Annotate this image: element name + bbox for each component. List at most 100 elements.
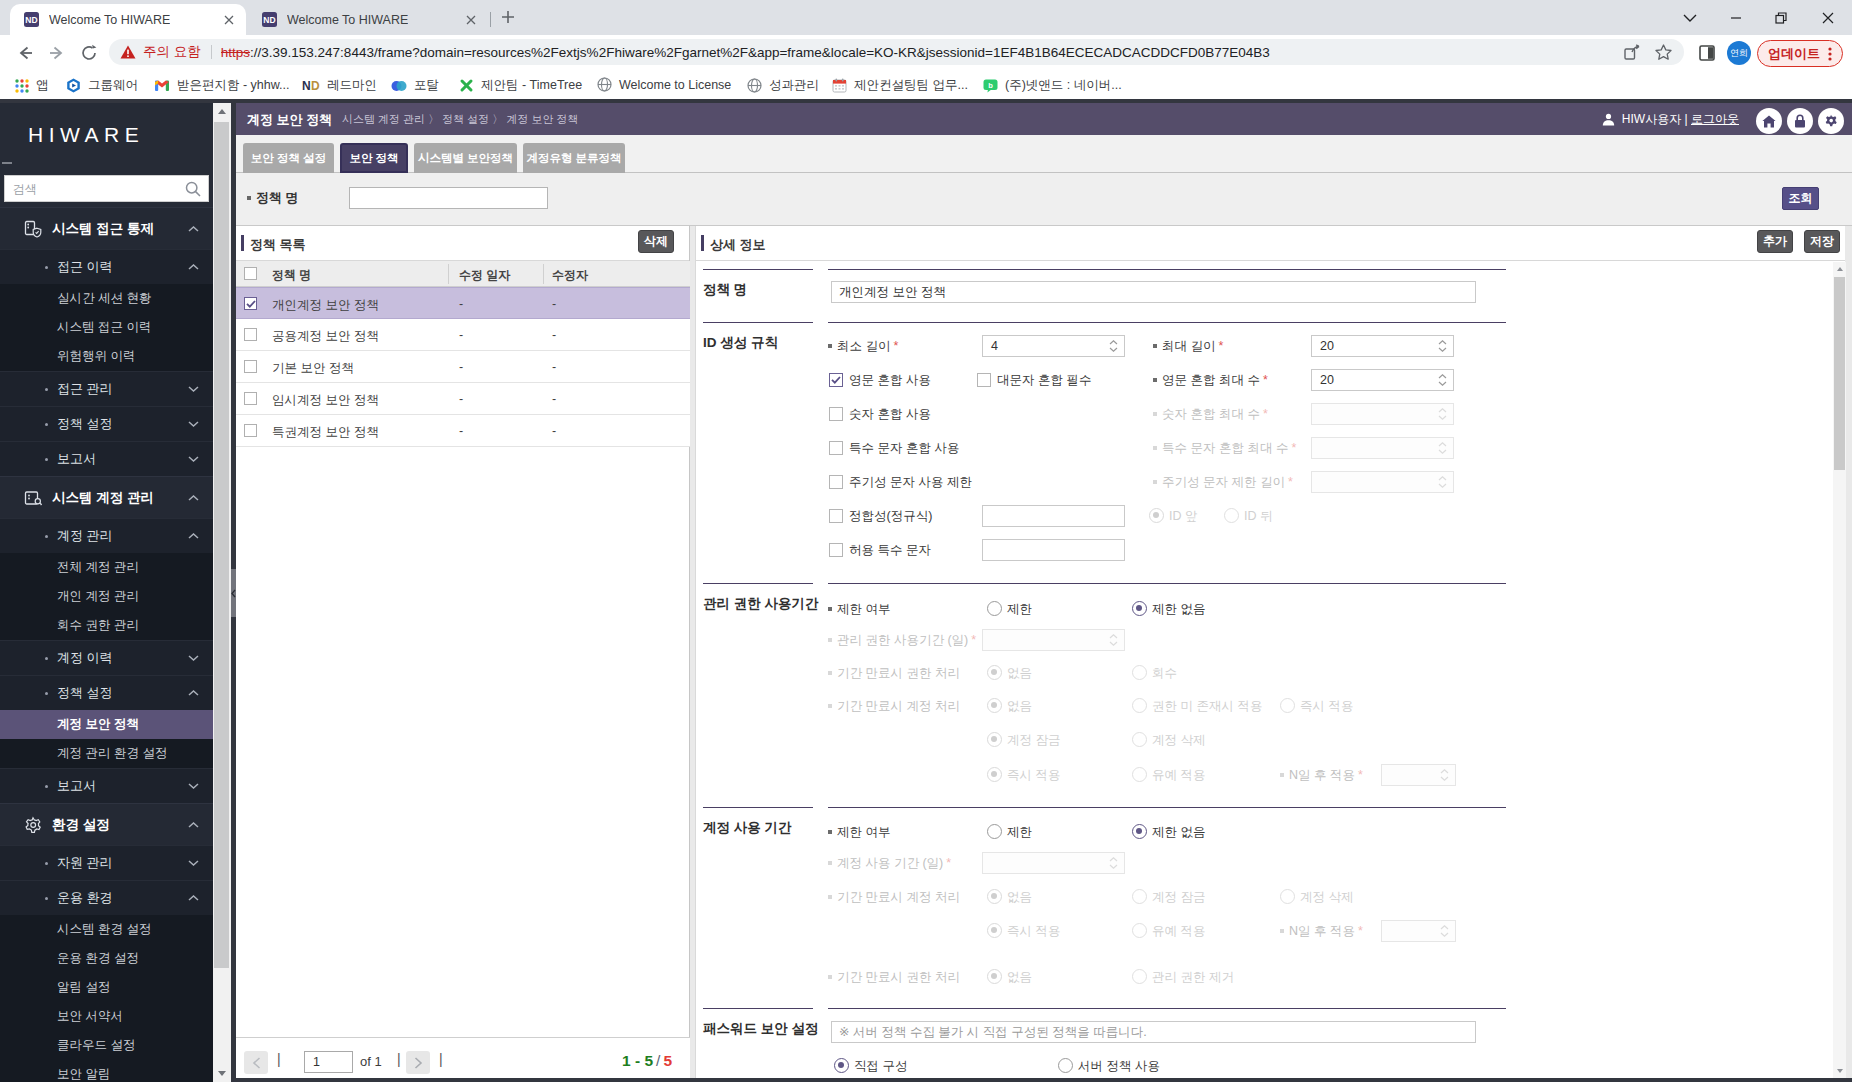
sidebar-item-3[interactable]: 시스템 접근 이력: [0, 313, 213, 342]
browser-tab-inactive[interactable]: ND Welcome To HIWARE: [248, 4, 488, 35]
bookmark-performance[interactable]: 성과관리: [747, 77, 819, 94]
sidebar-item-4[interactable]: 위험행위 이력: [0, 342, 213, 371]
tab-1[interactable]: 보안 정책: [340, 143, 408, 173]
sidebar-search-box[interactable]: [4, 175, 209, 202]
tab-2[interactable]: 시스템별 보안정책: [414, 143, 517, 173]
sidebar-item-12[interactable]: 회수 권한 관리: [0, 611, 213, 640]
special-mix-checkbox[interactable]: [829, 441, 843, 455]
lock-button[interactable]: [1787, 108, 1813, 134]
sidebar-item-20[interactable]: 운용 환경: [0, 880, 213, 915]
table-row[interactable]: 임시계정 보안 정책 - -: [236, 383, 690, 415]
number-mix-checkbox[interactable]: [829, 407, 843, 421]
browser-tab-active[interactable]: ND Welcome To HIWARE: [10, 4, 246, 35]
page-next-button[interactable]: [406, 1051, 430, 1074]
save-button[interactable]: 저장: [1804, 230, 1840, 253]
bookmark-consulting-calendar[interactable]: 제안컨설팅팀 업무...: [832, 77, 968, 94]
policy-name-filter-input[interactable]: [349, 187, 548, 209]
sidebar-item-23[interactable]: 알림 설정: [0, 973, 213, 1002]
account-no-limit-radio[interactable]: [1132, 824, 1147, 839]
account-limit-radio[interactable]: [987, 824, 1002, 839]
bookmark-groupware[interactable]: 그룹웨어: [66, 77, 138, 94]
scroll-down-icon[interactable]: [213, 1065, 231, 1082]
sidebar-section-18[interactable]: 환경 설정: [0, 803, 213, 845]
home-button[interactable]: [1756, 108, 1782, 134]
spinner-arrows-icon[interactable]: [1438, 340, 1447, 352]
allowed-special-checkbox[interactable]: [829, 543, 843, 557]
forward-icon[interactable]: [48, 44, 66, 62]
sidebar-item-13[interactable]: 계정 이력: [0, 640, 213, 675]
row-checkbox[interactable]: [244, 424, 257, 437]
regex-checkbox[interactable]: [829, 509, 843, 523]
table-row[interactable]: 특권계정 보안 정책 - -: [236, 415, 690, 447]
bookmark-redmine[interactable]: ND레드마인: [302, 77, 377, 94]
sidebar-item-17[interactable]: 보고서: [0, 768, 213, 803]
tab-search-icon[interactable]: [1676, 0, 1704, 35]
window-minimize-button[interactable]: [1722, 0, 1750, 35]
periodic-limit-checkbox[interactable]: [829, 475, 843, 489]
sidebar-item-21[interactable]: 시스템 환경 설정: [0, 915, 213, 944]
min-length-spinner[interactable]: 4: [982, 335, 1125, 357]
sidebar-item-7[interactable]: 보고서: [0, 441, 213, 476]
sidebar-item-2[interactable]: 실시간 세션 현황: [0, 284, 213, 313]
bookmark-timetree[interactable]: 제안팀 - TimeTree: [459, 77, 582, 94]
side-panel-icon[interactable]: [1699, 45, 1715, 61]
bookmark-star-icon[interactable]: [1655, 44, 1672, 60]
security-warning[interactable]: 주의 요함: [120, 43, 201, 61]
row-checkbox[interactable]: [244, 360, 257, 373]
sidebar-item-1[interactable]: 접근 이력: [0, 249, 213, 284]
scroll-down-icon[interactable]: [1833, 1064, 1846, 1078]
password-note-input[interactable]: [831, 1021, 1476, 1043]
sidebar-item-25[interactable]: 클라우드 설정: [0, 1031, 213, 1060]
sidebar-item-16[interactable]: 계정 관리 환경 설정: [0, 739, 213, 768]
password-direct-radio[interactable]: [834, 1058, 849, 1073]
admin-no-limit-radio[interactable]: [1132, 601, 1147, 616]
detail-scrollbar-thumb[interactable]: [1834, 277, 1845, 470]
sidebar-item-5[interactable]: 접근 관리: [0, 371, 213, 406]
chrome-update-button[interactable]: 업데이트: [1757, 40, 1843, 67]
bookmark-portal[interactable]: 포탈: [391, 77, 439, 94]
spinner-arrows-icon[interactable]: [1109, 340, 1118, 352]
sidebar-scrollbar[interactable]: [213, 103, 231, 1082]
sidebar-section-8[interactable]: 시스템 계정 관리: [0, 476, 213, 518]
tab-close-icon[interactable]: [222, 13, 236, 27]
logout-link[interactable]: 로그아웃: [1691, 112, 1739, 126]
search-button[interactable]: 조회: [1782, 187, 1819, 210]
table-row[interactable]: 기본 보안 정책 - -: [236, 351, 690, 383]
page-number-input[interactable]: [304, 1051, 353, 1073]
apps-shortcut[interactable]: 앱: [15, 77, 49, 94]
add-button[interactable]: 추가: [1757, 230, 1793, 253]
bookmark-license[interactable]: Welcome to License: [597, 77, 731, 92]
sidebar-item-22[interactable]: 운용 환경 설정: [0, 944, 213, 973]
delete-button[interactable]: 삭제: [638, 230, 674, 253]
sidebar-search-input[interactable]: [13, 181, 173, 197]
table-row[interactable]: 공용계정 보안 정책 - -: [236, 319, 690, 351]
reload-icon[interactable]: [80, 44, 98, 62]
sidebar-item-11[interactable]: 개인 계정 관리: [0, 582, 213, 611]
window-close-button[interactable]: [1814, 0, 1842, 35]
tab-close-icon[interactable]: [464, 13, 478, 27]
sidebar-scrollbar-thumb[interactable]: [214, 122, 229, 968]
share-icon[interactable]: [1624, 44, 1641, 60]
spinner-arrows-icon[interactable]: [1438, 374, 1447, 386]
scroll-up-icon[interactable]: [1833, 262, 1846, 276]
sidebar-section-0[interactable]: 시스템 접근 통제: [0, 207, 213, 249]
tab-3[interactable]: 계정유형 분류정책: [523, 143, 625, 173]
uppercase-required-checkbox[interactable]: [977, 373, 991, 387]
new-tab-button[interactable]: [501, 10, 516, 25]
allowed-special-input[interactable]: [982, 539, 1125, 561]
regex-input[interactable]: [982, 505, 1125, 527]
sidebar-item-14[interactable]: 정책 설정: [0, 675, 213, 710]
sidebar-item-6[interactable]: 정책 설정: [0, 406, 213, 441]
admin-limit-radio[interactable]: [987, 601, 1002, 616]
row-checkbox[interactable]: [244, 297, 257, 310]
settings-button[interactable]: [1818, 108, 1844, 134]
page-prev-button[interactable]: [244, 1051, 268, 1074]
sidebar-item-24[interactable]: 보안 서약서: [0, 1002, 213, 1031]
tab-0[interactable]: 보안 정책 설정: [243, 143, 334, 173]
profile-avatar[interactable]: 연희: [1727, 41, 1751, 65]
row-checkbox[interactable]: [244, 392, 257, 405]
sidebar-item-19[interactable]: 자원 관리: [0, 845, 213, 880]
row-checkbox[interactable]: [244, 328, 257, 341]
window-restore-button[interactable]: [1767, 0, 1795, 35]
select-all-checkbox[interactable]: [244, 267, 257, 280]
